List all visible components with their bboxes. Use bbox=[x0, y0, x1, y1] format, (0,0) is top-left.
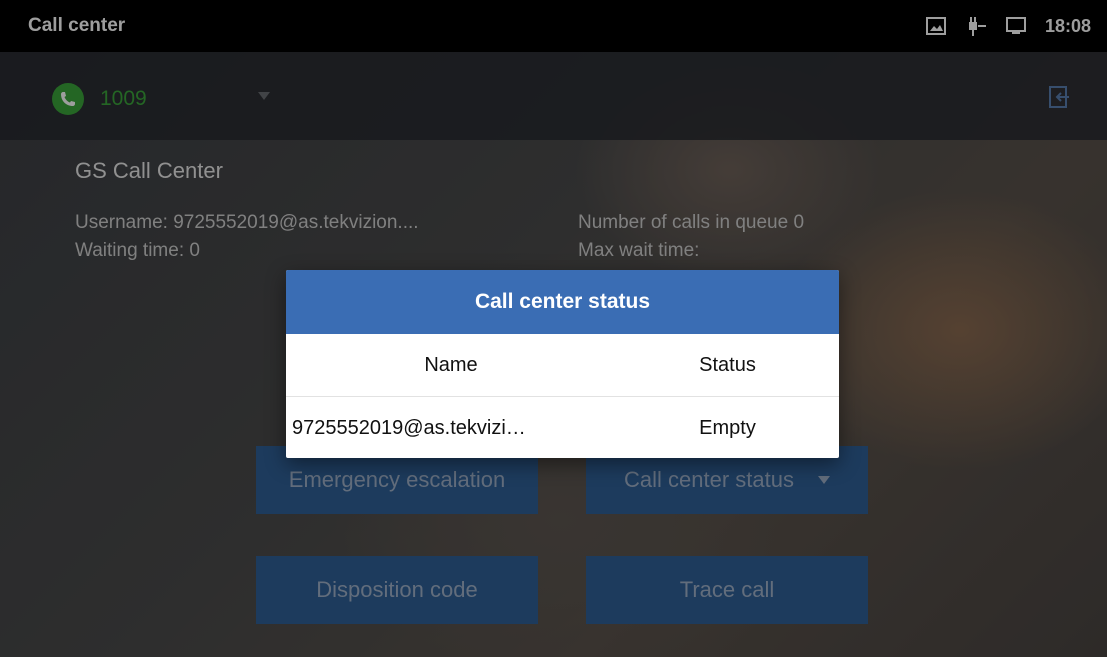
dialog-title: Call center status bbox=[286, 270, 839, 334]
table-row[interactable]: 9725552019@as.tekvizi… Empty bbox=[286, 397, 839, 458]
call-center-status-dialog: Call center status Name Status 972555201… bbox=[286, 270, 839, 458]
agent-name-cell: 9725552019@as.tekvizi… bbox=[292, 416, 526, 439]
column-header-status: Status bbox=[699, 353, 756, 376]
call-center-screen: Call center 18:08 1009 GS Call Center Us… bbox=[0, 0, 1107, 657]
agent-status-cell: Empty bbox=[699, 416, 756, 439]
column-header-name: Name bbox=[424, 353, 478, 376]
table-header-row: Name Status bbox=[286, 334, 839, 397]
